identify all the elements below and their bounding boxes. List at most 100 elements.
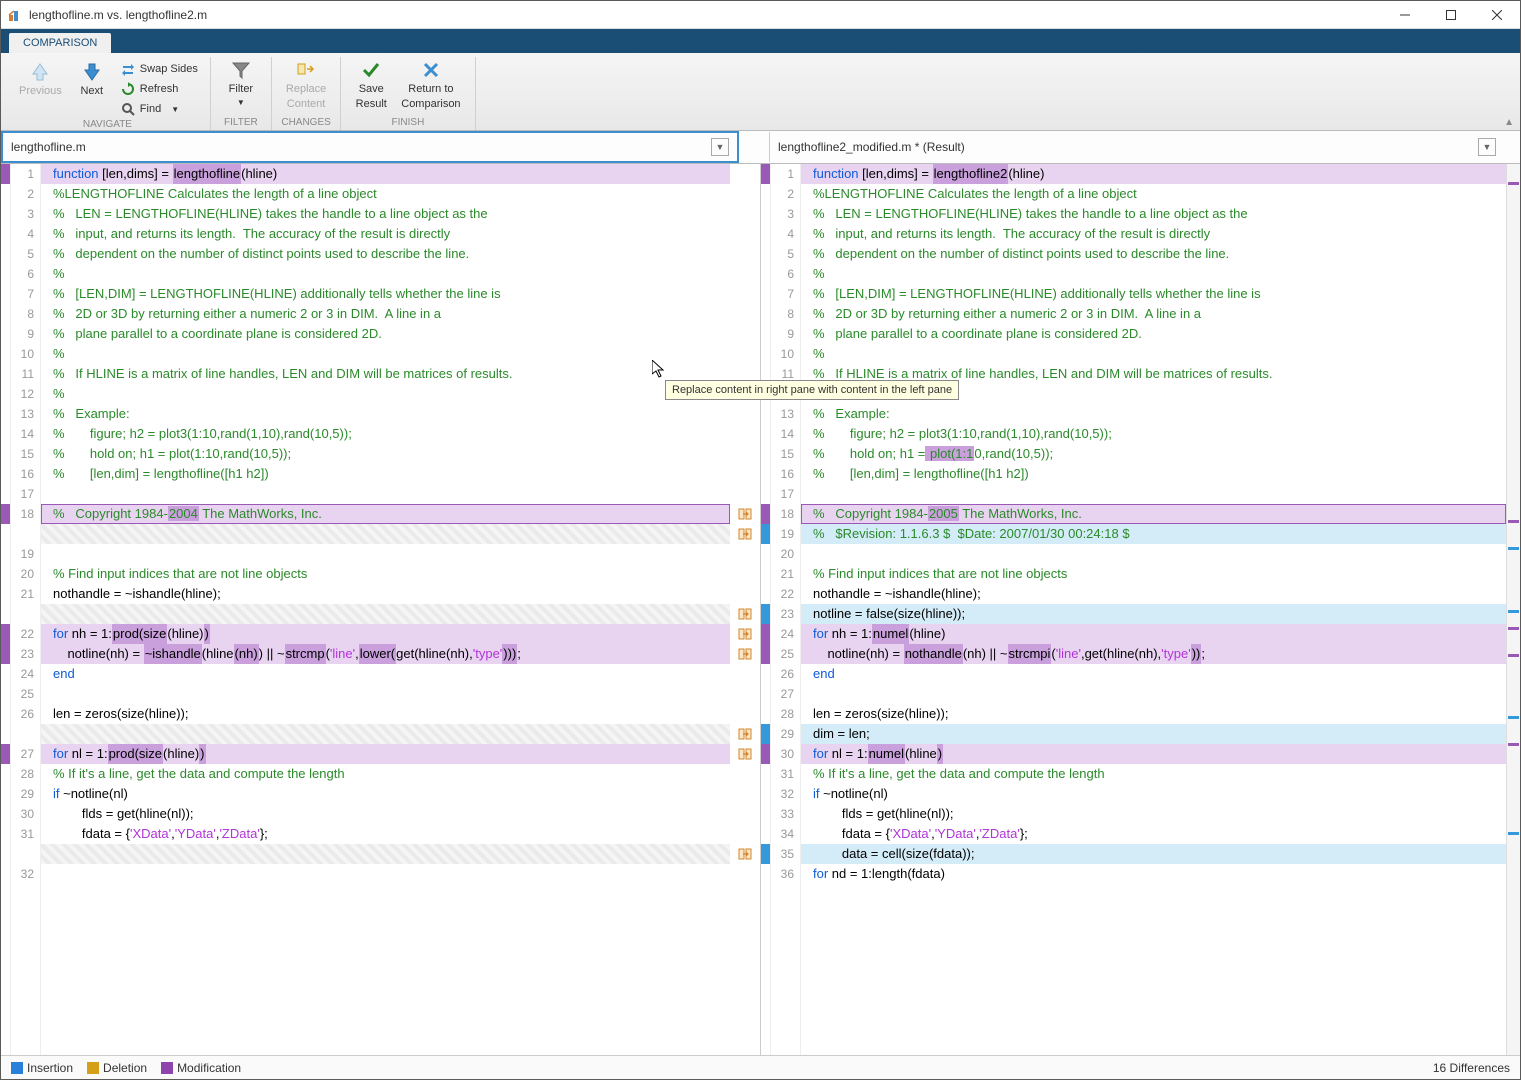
merge-right-icon[interactable] (737, 746, 753, 762)
code-line[interactable]: % Copyright 1984-2004 The MathWorks, Inc… (41, 504, 730, 524)
code-line[interactable] (41, 544, 730, 564)
merge-right-icon[interactable] (737, 606, 753, 622)
left-file-dropdown[interactable]: ▼ (711, 138, 729, 156)
code-line[interactable]: len = zeros(size(hline)); (801, 704, 1506, 724)
code-line[interactable] (801, 544, 1506, 564)
left-file-header[interactable]: lengthofline.m ▼ (1, 131, 739, 163)
code-line[interactable]: % plane parallel to a coordinate plane i… (41, 324, 730, 344)
code-line[interactable]: % $Revision: 1.1.6.3 $ $Date: 2007/01/30… (801, 524, 1506, 544)
code-line[interactable]: % (41, 384, 730, 404)
code-line[interactable]: notline(nh) = nothandle(nh) || ~strcmpi(… (801, 644, 1506, 664)
merge-right-icon[interactable] (737, 646, 753, 662)
merge-right-icon[interactable] (737, 726, 753, 742)
code-line[interactable]: % Copyright 1984-2005 The MathWorks, Inc… (801, 504, 1506, 524)
code-line[interactable] (41, 724, 730, 744)
find-button[interactable]: Find▼ (116, 99, 202, 119)
check-icon (359, 59, 383, 81)
code-line[interactable]: %LENGTHOFLINE Calculates the length of a… (801, 184, 1506, 204)
code-line[interactable]: notline(nh) = ~ishandle(hline(nh)) || ~s… (41, 644, 730, 664)
code-line[interactable]: for nh = 1:prod(size(hline)) (41, 624, 730, 644)
code-line[interactable]: % Example: (801, 404, 1506, 424)
code-line[interactable]: dim = len; (801, 724, 1506, 744)
code-line[interactable] (41, 604, 730, 624)
right-file-header[interactable]: lengthofline2_modified.m * (Result) ▼ (769, 131, 1506, 163)
maximize-button[interactable] (1428, 1, 1474, 29)
code-line[interactable]: len = zeros(size(hline)); (41, 704, 730, 724)
code-line[interactable]: % [LEN,DIM] = LENGTHOFLINE(HLINE) additi… (41, 284, 730, 304)
code-line[interactable]: nothandle = ~ishandle(hline); (41, 584, 730, 604)
merge-right-icon[interactable] (737, 526, 753, 542)
code-line[interactable]: % plane parallel to a coordinate plane i… (801, 324, 1506, 344)
code-line[interactable] (41, 864, 730, 884)
save-result-button[interactable]: SaveResult (349, 57, 393, 109)
overview-strip[interactable] (1506, 164, 1520, 1055)
filter-button[interactable]: Filter▼ (219, 57, 263, 109)
code-line[interactable] (41, 484, 730, 504)
code-line[interactable]: % hold on; h1 = plot(1:10,rand(10,5)); (801, 444, 1506, 464)
code-line[interactable]: % Find input indices that are not line o… (801, 564, 1506, 584)
code-line[interactable]: % hold on; h1 = plot(1:10,rand(10,5)); (41, 444, 730, 464)
next-button[interactable]: Next (70, 57, 114, 109)
code-line[interactable]: function [len,dims] = lengthofline(hline… (41, 164, 730, 184)
code-line[interactable]: % Find input indices that are not line o… (41, 564, 730, 584)
code-line[interactable]: for nl = 1:prod(size(hline)) (41, 744, 730, 764)
code-line[interactable]: % figure; h2 = plot3(1:10,rand(1,10),ran… (41, 424, 730, 444)
code-line[interactable]: for nd = 1:length(fdata) (801, 864, 1506, 884)
code-line[interactable] (41, 684, 730, 704)
code-line[interactable]: fdata = {'XData','YData','ZData'}; (41, 824, 730, 844)
merge-right-icon[interactable] (737, 846, 753, 862)
right-file-dropdown[interactable]: ▼ (1478, 138, 1496, 156)
merge-right-icon[interactable] (737, 506, 753, 522)
code-line[interactable] (801, 684, 1506, 704)
code-line[interactable]: % [len,dim] = lengthofline([h1 h2]) (41, 464, 730, 484)
code-line[interactable]: nothandle = ~ishandle(hline); (801, 584, 1506, 604)
code-line[interactable]: end (41, 664, 730, 684)
code-line[interactable]: % If it's a line, get the data and compu… (41, 764, 730, 784)
code-line[interactable]: % LEN = LENGTHOFLINE(HLINE) takes the ha… (801, 204, 1506, 224)
code-line[interactable]: % (41, 264, 730, 284)
merge-right-icon[interactable] (737, 626, 753, 642)
tab-comparison[interactable]: COMPARISON (9, 33, 111, 53)
code-line[interactable]: for nl = 1:numel(hline) (801, 744, 1506, 764)
code-line[interactable]: %LENGTHOFLINE Calculates the length of a… (41, 184, 730, 204)
code-line[interactable]: notline = false(size(hline)); (801, 604, 1506, 624)
code-line[interactable]: fdata = {'XData','YData','ZData'}; (801, 824, 1506, 844)
code-line[interactable]: % [LEN,DIM] = LENGTHOFLINE(HLINE) additi… (801, 284, 1506, 304)
code-line[interactable]: flds = get(hline(nl)); (801, 804, 1506, 824)
code-line[interactable]: % If HLINE is a matrix of line handles, … (41, 364, 730, 384)
code-line[interactable] (801, 484, 1506, 504)
ribbon-collapse-icon[interactable]: ▲ (1504, 117, 1514, 128)
arrow-up-icon (28, 59, 52, 83)
code-line[interactable]: % Example: (41, 404, 730, 424)
legend-insertion: Insertion (11, 1061, 73, 1075)
code-line[interactable]: data = cell(size(fdata)); (801, 844, 1506, 864)
code-line[interactable]: % (801, 344, 1506, 364)
code-line[interactable]: % 2D or 3D by returning either a numeric… (801, 304, 1506, 324)
code-line[interactable]: % (801, 264, 1506, 284)
code-line[interactable]: if ~notline(nl) (41, 784, 730, 804)
code-line[interactable]: flds = get(hline(nl)); (41, 804, 730, 824)
minimize-button[interactable] (1382, 1, 1428, 29)
code-line[interactable]: % If it's a line, get the data and compu… (801, 764, 1506, 784)
right-code[interactable]: function [len,dims] = lengthofline2(hlin… (801, 164, 1506, 1055)
code-line[interactable]: end (801, 664, 1506, 684)
code-line[interactable]: % (41, 344, 730, 364)
code-line[interactable]: if ~notline(nl) (801, 784, 1506, 804)
code-line[interactable] (41, 844, 730, 864)
code-line[interactable]: function [len,dims] = lengthofline2(hlin… (801, 164, 1506, 184)
code-line[interactable]: % dependent on the number of distinct po… (801, 244, 1506, 264)
left-code[interactable]: function [len,dims] = lengthofline(hline… (41, 164, 730, 1055)
code-line[interactable]: % figure; h2 = plot3(1:10,rand(1,10),ran… (801, 424, 1506, 444)
refresh-button[interactable]: Refresh (116, 79, 202, 99)
return-button[interactable]: Return toComparison (395, 57, 466, 109)
code-line[interactable]: % [len,dim] = lengthofline([h1 h2]) (801, 464, 1506, 484)
code-line[interactable]: % LEN = LENGTHOFLINE(HLINE) takes the ha… (41, 204, 730, 224)
close-button[interactable] (1474, 1, 1520, 29)
code-line[interactable]: % 2D or 3D by returning either a numeric… (41, 304, 730, 324)
code-line[interactable]: % input, and returns its length. The acc… (41, 224, 730, 244)
code-line[interactable]: for nh = 1:numel(hline) (801, 624, 1506, 644)
code-line[interactable] (41, 524, 730, 544)
code-line[interactable]: % input, and returns its length. The acc… (801, 224, 1506, 244)
swap-sides-button[interactable]: Swap Sides (116, 59, 202, 79)
code-line[interactable]: % dependent on the number of distinct po… (41, 244, 730, 264)
